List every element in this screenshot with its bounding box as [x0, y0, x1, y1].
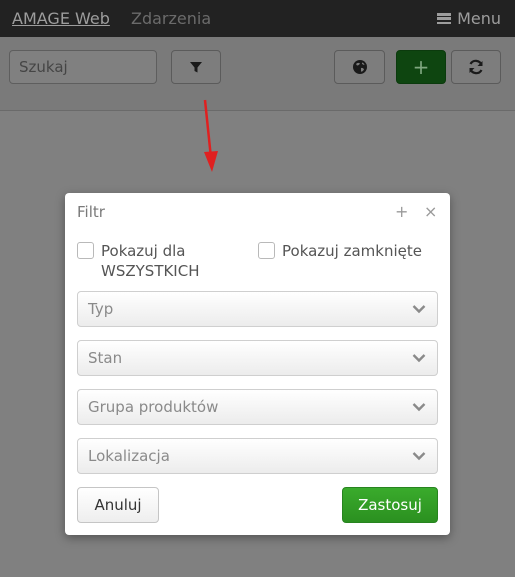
chevron-down-icon	[412, 305, 426, 314]
menu-button[interactable]: Menu	[437, 9, 501, 28]
select-placeholder: Stan	[88, 349, 123, 367]
top-navbar: AMAGE Web Zdarzenia Menu	[0, 0, 515, 37]
brand-link[interactable]: AMAGE Web	[12, 9, 110, 28]
checkbox-show-all[interactable]: Pokazuj dla WSZYSTKICH	[77, 241, 221, 281]
close-icon[interactable]: ×	[424, 203, 437, 221]
search-input[interactable]	[9, 50, 157, 84]
add-label: +	[412, 55, 430, 79]
select-placeholder: Lokalizacja	[88, 447, 170, 465]
select-lokalizacja[interactable]: Lokalizacja	[77, 438, 438, 474]
annotation-arrow-icon	[203, 99, 218, 172]
chevron-down-icon	[412, 354, 426, 363]
cancel-button[interactable]: Anuluj	[77, 487, 159, 523]
checkbox-box[interactable]	[77, 242, 94, 259]
checkbox-box[interactable]	[258, 242, 275, 259]
hamburger-icon	[437, 13, 452, 25]
filter-modal: Filtr + × Pokazuj dla WSZYSTKICH Pokazuj…	[65, 193, 450, 535]
refresh-icon	[469, 59, 483, 75]
select-grupa-produktow[interactable]: Grupa produktów	[77, 389, 438, 425]
apply-button[interactable]: Zastosuj	[342, 487, 438, 523]
globe-button[interactable]	[334, 50, 385, 84]
chevron-down-icon	[412, 452, 426, 461]
toolbar: +	[0, 37, 515, 111]
menu-label: Menu	[457, 9, 501, 28]
select-placeholder: Typ	[88, 300, 114, 318]
select-stan[interactable]: Stan	[77, 340, 438, 376]
checkbox-show-closed[interactable]: Pokazuj zamknięte	[258, 241, 422, 261]
select-typ[interactable]: Typ	[77, 291, 438, 327]
select-placeholder: Grupa produktów	[88, 398, 219, 416]
checkbox-label: Pokazuj dla WSZYSTKICH	[101, 242, 200, 280]
filter-icon	[190, 62, 202, 73]
modal-title: Filtr	[77, 203, 105, 221]
add-button[interactable]: +	[396, 50, 446, 84]
checkbox-label: Pokazuj zamknięte	[282, 242, 422, 260]
filter-button[interactable]	[171, 50, 221, 84]
globe-icon	[352, 60, 367, 74]
chevron-down-icon	[412, 403, 426, 412]
expand-icon[interactable]: +	[395, 203, 408, 221]
nav-link-zdarzenia[interactable]: Zdarzenia	[131, 9, 211, 28]
refresh-button[interactable]	[451, 50, 501, 84]
